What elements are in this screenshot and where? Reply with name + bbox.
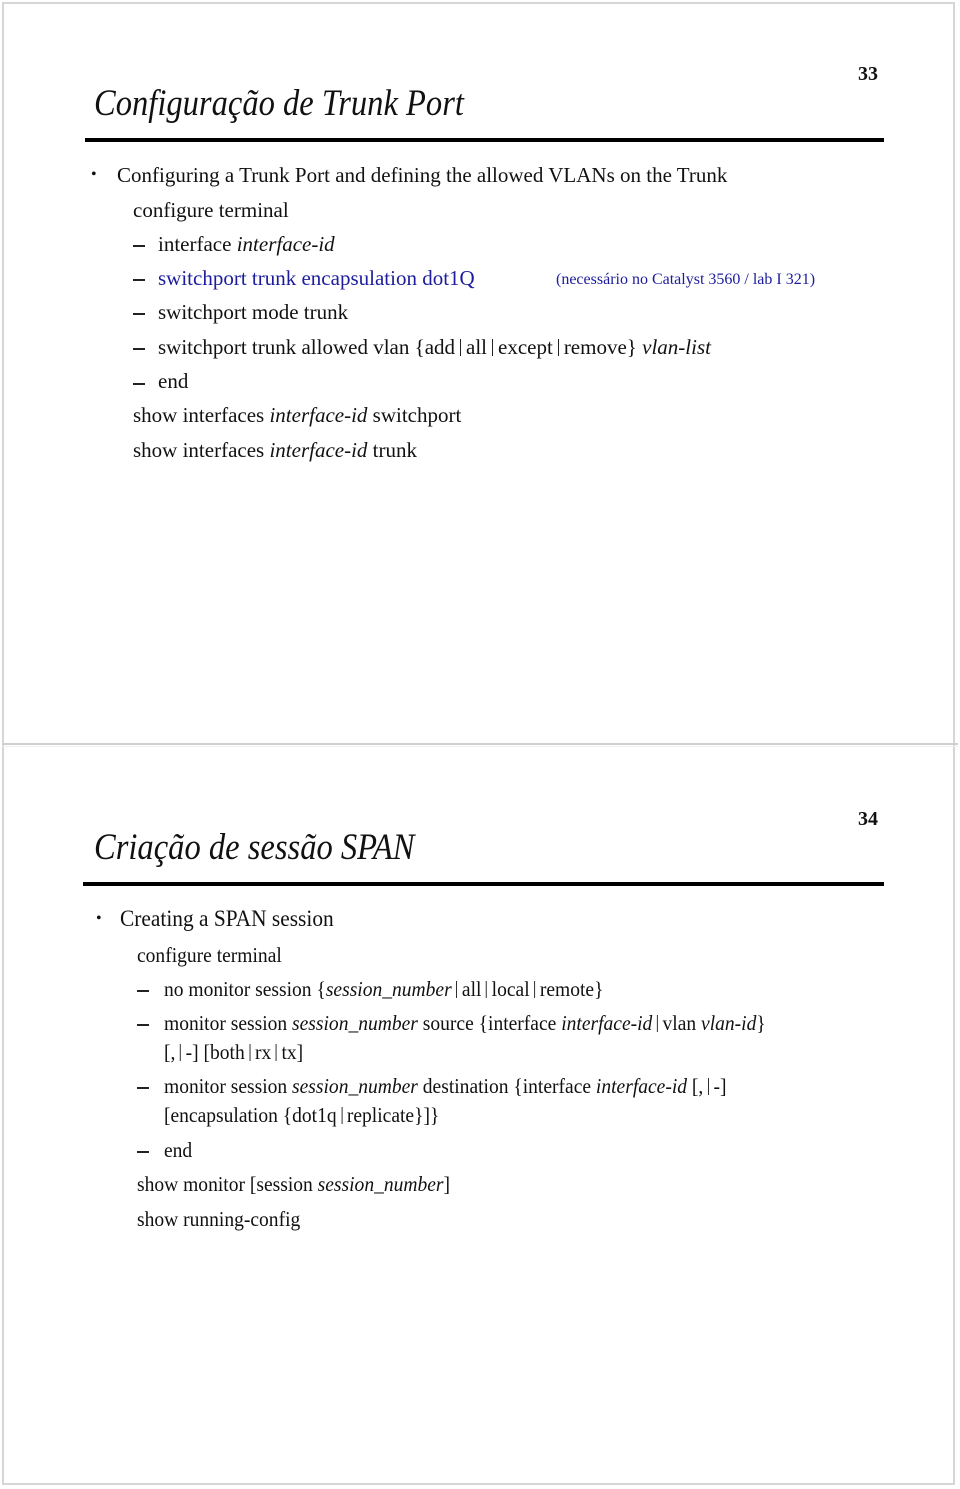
cmd-arg: interface-id bbox=[561, 1011, 653, 1035]
dash-icon bbox=[133, 348, 145, 350]
cmd-monitor-destination: monitor session session_number destinati… bbox=[164, 1074, 727, 1098]
cmd-end: end bbox=[158, 369, 189, 393]
page-number: 34 bbox=[858, 808, 878, 830]
cmd-text: show monitor [session bbox=[137, 1172, 318, 1196]
cmd-arg: interface-id bbox=[595, 1074, 688, 1098]
cmd-show-interfaces-trunk: show interfaces interface-id trunk bbox=[133, 438, 417, 462]
pipe-separator bbox=[492, 339, 494, 356]
cmd-text: ] bbox=[443, 1172, 451, 1196]
cmd-arg: vlan-list bbox=[642, 335, 711, 359]
cmd-arg: interface-id bbox=[269, 438, 368, 462]
cmd-trunk-allowed-vlan: switchport trunk allowed vlan {add all exc… bbox=[158, 335, 711, 359]
cmd-text: trunk bbox=[367, 438, 417, 462]
cmd-text: vlan bbox=[662, 1011, 702, 1035]
pipe-separator bbox=[180, 1044, 181, 1061]
cmd-text: [, bbox=[687, 1074, 704, 1098]
cmd-monitor-destination-cont: [encapsulation {dot1q replicate}]} bbox=[164, 1103, 439, 1127]
page-number: 33 bbox=[858, 63, 878, 85]
cmd-trunk-encapsulation: switchport trunk encapsulation dot1Q bbox=[158, 266, 475, 290]
cmd-option: all bbox=[461, 977, 482, 1001]
cmd-text: switchport bbox=[367, 403, 462, 427]
cmd-text: [, bbox=[164, 1040, 176, 1064]
dash-icon bbox=[137, 1151, 149, 1153]
cmd-text: show interfaces bbox=[133, 403, 270, 427]
cmd-text: monitor session bbox=[164, 1011, 293, 1035]
slide-title: Criação de sessão SPAN bbox=[94, 827, 415, 868]
slide-title: Configuração de Trunk Port bbox=[94, 83, 464, 124]
cmd-arg: session_number bbox=[317, 1172, 444, 1196]
bullet-text: Creating a SPAN session bbox=[120, 906, 334, 931]
cmd-text: interface bbox=[158, 232, 237, 256]
cmd-arg: interface-id bbox=[236, 232, 335, 256]
cmd-text: source {interface bbox=[417, 1011, 562, 1035]
cmd-configure-terminal: configure terminal bbox=[137, 943, 282, 967]
cmd-option: rx bbox=[254, 1040, 272, 1064]
cmd-text: no monitor session { bbox=[164, 977, 326, 1001]
pipe-separator bbox=[707, 1078, 709, 1095]
dash-icon bbox=[133, 313, 145, 315]
cmd-show-monitor: show monitor [session session_number] bbox=[137, 1172, 450, 1196]
dash-icon bbox=[137, 990, 149, 992]
cmd-switchport-mode-trunk: switchport mode trunk bbox=[158, 300, 349, 324]
cmd-arg: vlan-id bbox=[701, 1011, 757, 1035]
cmd-text: monitor session bbox=[164, 1074, 293, 1098]
cmd-option: remote} bbox=[539, 977, 604, 1001]
dash-icon bbox=[137, 1087, 149, 1089]
cmd-text: -] bbox=[713, 1074, 727, 1098]
pipe-separator bbox=[275, 1044, 277, 1061]
title-rule bbox=[85, 138, 884, 142]
title-rule bbox=[83, 882, 884, 886]
slide-34: 34 Criação de sessão SPAN • Creating a S… bbox=[0, 745, 960, 1489]
cmd-end: end bbox=[164, 1138, 193, 1162]
cmd-arg: session_number bbox=[292, 1011, 418, 1035]
cmd-show-interfaces-switchport: show interfaces interface-id switchport bbox=[133, 403, 461, 427]
dash-icon bbox=[133, 279, 145, 281]
dash-icon bbox=[133, 383, 145, 385]
cmd-show-running-config: show running-config bbox=[137, 1207, 301, 1231]
cmd-text: -] [both bbox=[185, 1040, 245, 1064]
cmd-arg: session_number bbox=[325, 977, 452, 1001]
pipe-separator bbox=[534, 981, 536, 998]
slide-33: 33 Configuração de Trunk Port • Configur… bbox=[0, 0, 960, 744]
cmd-text: [encapsulation {dot1q bbox=[164, 1103, 337, 1127]
cmd-option: tx] bbox=[281, 1040, 304, 1064]
cmd-text: replicate}]} bbox=[346, 1103, 440, 1127]
encapsulation-note: (necessário no Catalyst 3560 / lab I 321… bbox=[556, 271, 816, 288]
cmd-arg: interface-id bbox=[269, 403, 368, 427]
cmd-monitor-source: monitor session session_number source {i… bbox=[164, 1011, 766, 1035]
pipe-separator bbox=[486, 981, 488, 998]
cmd-option: remove} bbox=[563, 335, 637, 359]
bullet-icon: • bbox=[96, 910, 102, 927]
cmd-text: show interfaces bbox=[133, 438, 270, 462]
bullet-text: Configuring a Trunk Port and defining th… bbox=[117, 163, 728, 187]
cmd-text: switchport trunk allowed vlan {add bbox=[158, 335, 456, 359]
pipe-separator bbox=[456, 981, 458, 998]
bullet-icon: • bbox=[91, 166, 97, 183]
pipe-separator bbox=[341, 1107, 343, 1124]
cmd-text: destination {interface bbox=[417, 1074, 596, 1098]
cmd-option: all bbox=[466, 335, 488, 359]
cmd-configure-terminal: configure terminal bbox=[133, 198, 289, 222]
pipe-separator bbox=[557, 339, 559, 356]
cmd-arg: session_number bbox=[292, 1074, 418, 1098]
dash-icon bbox=[133, 245, 145, 247]
cmd-option: local bbox=[491, 977, 530, 1001]
cmd-interface: interface interface-id bbox=[158, 232, 335, 256]
cmd-option: except bbox=[498, 335, 553, 359]
cmd-monitor-source-cont: [, -] [both rx tx] bbox=[164, 1040, 303, 1064]
cmd-text: } bbox=[756, 1011, 766, 1035]
pipe-separator bbox=[460, 339, 462, 356]
dash-icon bbox=[137, 1024, 149, 1026]
cmd-no-monitor-session: no monitor session {session_number all loc… bbox=[164, 977, 603, 1001]
pipe-separator bbox=[249, 1044, 251, 1061]
pipe-separator bbox=[656, 1015, 658, 1032]
